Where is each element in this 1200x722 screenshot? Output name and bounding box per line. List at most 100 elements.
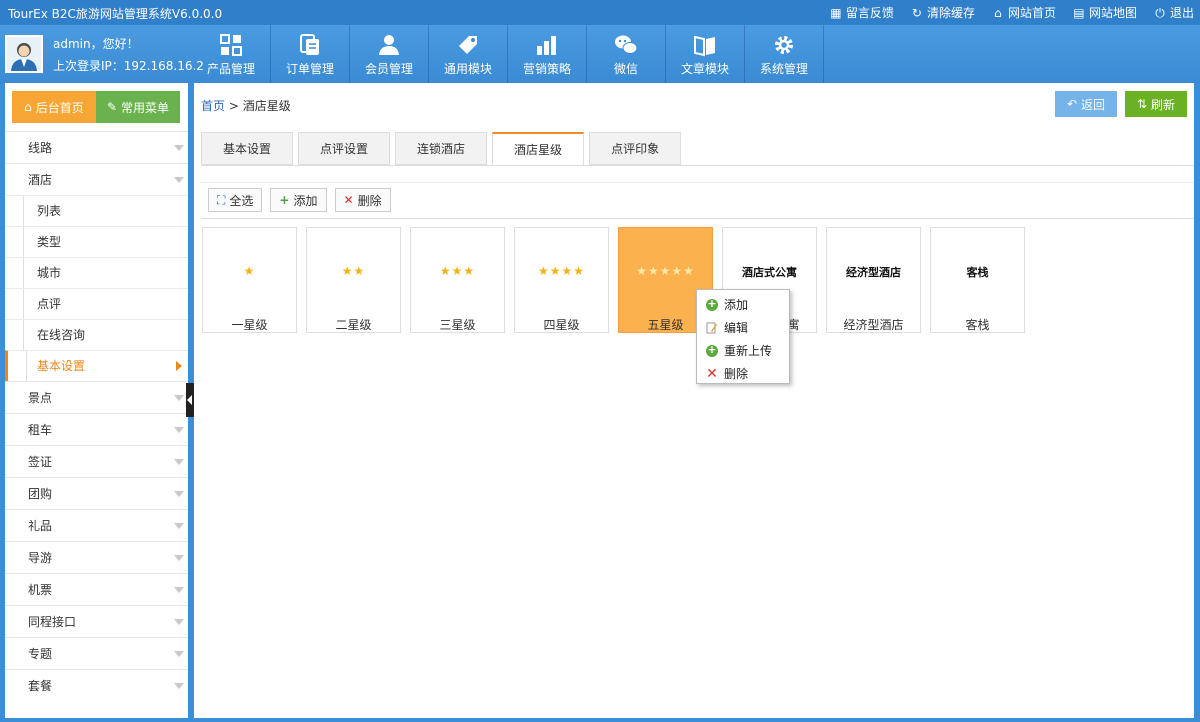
module-wechat[interactable]: 微信 <box>587 25 666 83</box>
star-card-name: 一星级 <box>231 318 268 332</box>
sidebar-sub-consult[interactable]: 在线咨询 <box>5 319 188 350</box>
greeting: admin，您好！ <box>53 37 139 51</box>
upload-circle-icon <box>706 343 718 357</box>
module-marketing-label: 营销策略 <box>522 62 571 76</box>
sidebar-sub-label: 列表 <box>37 204 62 218</box>
star-card[interactable]: ★★ 二星级 <box>306 227 401 333</box>
sidebar-sub-review[interactable]: 点评 <box>5 288 188 319</box>
star-card[interactable]: ★ 一星级 <box>202 227 297 333</box>
tab-review-settings[interactable]: 点评设置 <box>298 132 391 165</box>
grid-icon <box>220 34 242 56</box>
tab-basic-settings[interactable]: 基本设置 <box>201 132 294 165</box>
tab-chain-hotel[interactable]: 连锁酒店 <box>395 132 488 165</box>
user-avatar-icon <box>7 37 41 71</box>
module-common[interactable]: 通用模块 <box>429 25 508 83</box>
context-delete-label: 删除 <box>724 367 749 381</box>
toolbar-top-divider <box>201 182 1194 183</box>
header: admin，您好！ 上次登录IP：192.168.16.2 产品管理 订单管理 … <box>0 25 1200 83</box>
module-product[interactable]: 产品管理 <box>192 25 271 83</box>
delete-label: 删除 <box>357 193 382 208</box>
sidebar-item-label: 礼品 <box>28 519 53 533</box>
breadcrumb-separator: > <box>228 99 239 113</box>
logout-link[interactable]: ⏻ 退出 <box>1153 4 1194 21</box>
context-delete[interactable]: ✕ 删除 <box>697 362 789 385</box>
refresh-label: 刷新 <box>1151 97 1176 112</box>
tab-hotel-star[interactable]: 酒店星级 <box>492 132 585 166</box>
sidebar-buttons: ⌂ 后台首页 ✎ 常用菜单 <box>12 91 180 123</box>
star-rating-icon: ★★★★★ <box>636 264 695 278</box>
logout-label: 退出 <box>1169 6 1194 20</box>
module-marketing[interactable]: 营销策略 <box>508 25 587 83</box>
module-member[interactable]: 会员管理 <box>350 25 429 83</box>
home-icon: ⌂ <box>24 100 32 114</box>
context-edit[interactable]: 编辑 <box>697 316 789 339</box>
sidebar-item-groupbuy[interactable]: 团购 <box>5 477 188 509</box>
chevron-down-icon <box>174 145 184 151</box>
sidebar-item-spot[interactable]: 景点 <box>5 381 188 413</box>
module-article[interactable]: 文章模块 <box>666 25 745 83</box>
admin-home-button[interactable]: ⌂ 后台首页 <box>12 91 96 123</box>
sidebar-item-flight[interactable]: 机票 <box>5 573 188 605</box>
sidebar-sub-list[interactable]: 列表 <box>5 195 188 226</box>
context-add[interactable]: 添加 <box>697 293 789 316</box>
toolbar: ⛶ 全选 + 添加 ✕ 删除 <box>208 188 391 212</box>
module-order[interactable]: 订单管理 <box>271 25 350 83</box>
context-reupload-label: 重新上传 <box>724 344 773 358</box>
clear-cache-label: 清除缓存 <box>926 6 975 20</box>
sidebar-sub-type[interactable]: 类型 <box>5 226 188 257</box>
chevron-down-icon <box>174 427 184 433</box>
site-home-link[interactable]: ⌂ 网站首页 <box>991 4 1056 21</box>
sidebar-item-package[interactable]: 套餐 <box>5 669 188 701</box>
edit-icon: ✎ <box>106 100 118 114</box>
sidebar-item-gift[interactable]: 礼品 <box>5 509 188 541</box>
sidebar-sub-label: 城市 <box>37 266 62 280</box>
module-system[interactable]: 系统管理 <box>745 25 824 83</box>
sidebar-item-car[interactable]: 租车 <box>5 413 188 445</box>
star-card-name: 四星级 <box>543 318 580 332</box>
tab-review-impression[interactable]: 点评印象 <box>589 132 682 165</box>
sidebar-sub-city[interactable]: 城市 <box>5 257 188 288</box>
star-card-image-text: 经济型酒店 <box>846 266 901 279</box>
chevron-down-icon <box>174 395 184 401</box>
module-common-label: 通用模块 <box>443 62 492 76</box>
star-card[interactable]: ★★★ 三星级 <box>410 227 505 333</box>
back-button[interactable]: ↶ 返回 <box>1055 91 1117 117</box>
select-all-button[interactable]: ⛶ 全选 <box>208 188 263 212</box>
star-grid: ★ 一星级 ★★ 二星级 ★★★ 三星级 ★★★★ 四星级 ★★★★★ 五星级 … <box>202 227 1025 333</box>
breadcrumb-home-link[interactable]: 首页 <box>201 99 225 113</box>
sidebar-item-label: 套餐 <box>28 679 53 693</box>
sidebar-item-guide[interactable]: 导游 <box>5 541 188 573</box>
star-rating-icon: ★★ <box>341 264 366 278</box>
sidebar-sub-label: 点评 <box>37 297 62 311</box>
edit-icon <box>706 322 718 334</box>
common-menu-button[interactable]: ✎ 常用菜单 <box>96 91 180 123</box>
sidebar-sub-label: 基本设置 <box>37 359 86 373</box>
sidebar-item-route[interactable]: 线路 <box>5 131 188 163</box>
star-card-image-text: 酒店式公寓 <box>742 266 797 279</box>
sidebar-sub-label: 在线咨询 <box>37 328 86 342</box>
sidebar-item-tongcheng[interactable]: 同程接口 <box>5 605 188 637</box>
sidebar-item-topic[interactable]: 专题 <box>5 637 188 669</box>
sidebar-item-visa[interactable]: 签证 <box>5 445 188 477</box>
refresh-button[interactable]: ⇅ 刷新 <box>1125 91 1187 117</box>
star-card[interactable]: ★★★★ 四星级 <box>514 227 609 333</box>
star-card[interactable]: 经济型酒店 经济型酒店 <box>826 227 921 333</box>
chevron-down-icon <box>174 587 184 593</box>
site-map-link[interactable]: ▤ 网站地图 <box>1072 4 1137 21</box>
star-card[interactable]: 客栈 客栈 <box>930 227 1025 333</box>
back-label: 返回 <box>1081 97 1106 112</box>
site-map-label: 网站地图 <box>1088 6 1137 20</box>
add-button[interactable]: + 添加 <box>270 188 327 212</box>
admin-home-label: 后台首页 <box>35 100 84 115</box>
feedback-link[interactable]: ▦ 留言反馈 <box>829 4 894 21</box>
sidebar-item-hotel[interactable]: 酒店 <box>5 163 188 195</box>
chevron-right-icon <box>176 361 182 371</box>
toolbar-divider <box>201 218 1194 219</box>
star-card-name: 客栈 <box>965 318 990 332</box>
clear-cache-link[interactable]: ↻ 清除缓存 <box>910 4 975 21</box>
chevron-down-icon <box>174 555 184 561</box>
sidebar-sub-basic-settings[interactable]: 基本设置 <box>5 350 188 381</box>
sidebar-collapse-handle[interactable] <box>186 383 194 417</box>
delete-button[interactable]: ✕ 删除 <box>334 188 391 212</box>
context-reupload[interactable]: 重新上传 <box>697 339 789 362</box>
